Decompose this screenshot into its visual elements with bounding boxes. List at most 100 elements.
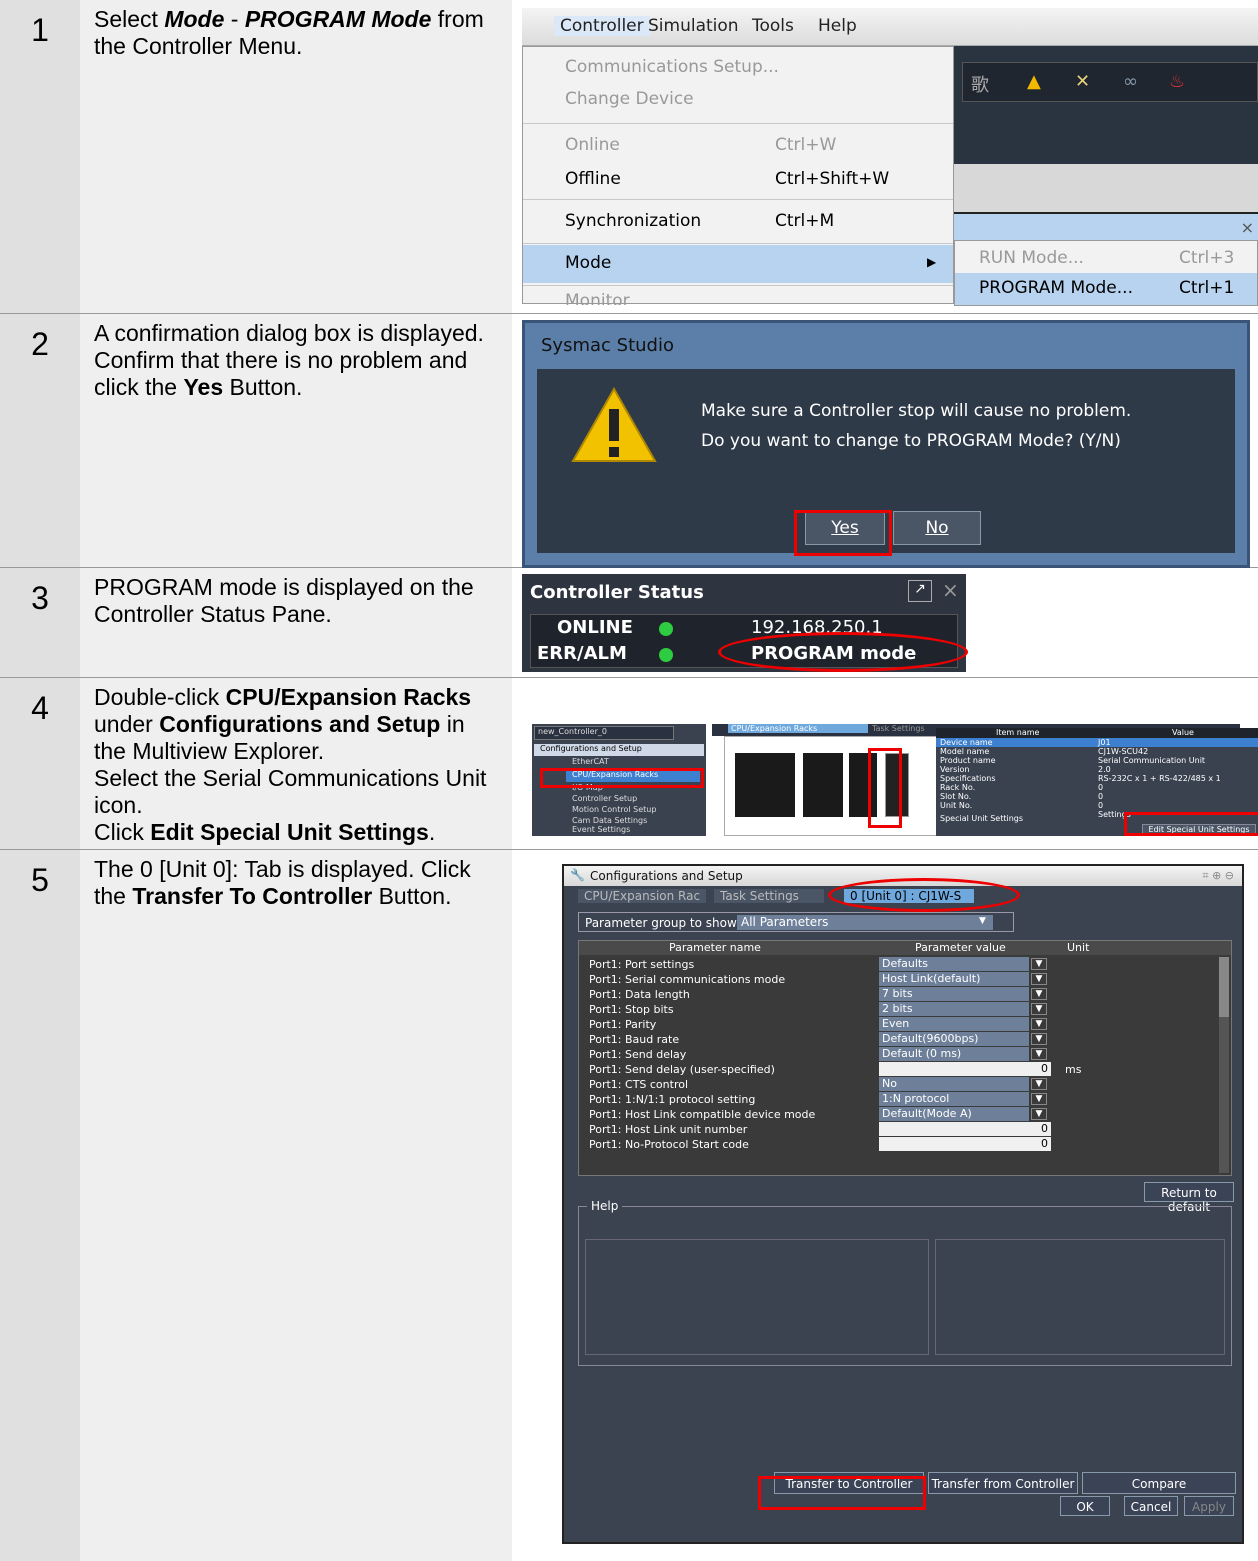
param-table-header: Parameter name Parameter value Unit [579,941,1231,955]
window-title: Configurations and Setup [590,869,743,883]
tab-task-settings[interactable]: Task Settings [714,889,824,903]
menu-separator [523,199,953,200]
menu-help[interactable]: Help [818,16,857,36]
group-select[interactable]: All Parameters [737,915,993,930]
step-instruction: A confirmation dialog box is displayed. … [80,314,512,567]
step-number: 3 [0,568,80,677]
grid-name: Slot No. [940,792,972,801]
return-default-button[interactable]: Return to default [1144,1182,1234,1214]
instr-text: Button. [372,883,452,909]
instr-text: Double-click [94,684,226,710]
grid-name: Product name [940,756,996,765]
menu-separator [523,243,953,244]
instr-text: . [428,819,436,845]
no-button[interactable]: No [893,511,981,545]
param-row[interactable]: Port1: Send delay Default (0 ms) ▼ [579,1047,1258,1062]
step-number: 2 [0,314,80,567]
header-unit: Unit [1067,941,1090,954]
step-5-row: 5 The 0 [Unit 0]: Tab is displayed. Clic… [0,850,1258,1561]
tree-item-controller-setup[interactable]: Controller Setup [572,794,637,803]
confirm-dialog-figure: Sysmac Studio Make sure a Controller sto… [512,314,1258,568]
chevron-down-icon: ▼ [1031,1033,1047,1045]
online-label: ONLINE [557,617,633,638]
apply-button[interactable]: Apply [1184,1496,1234,1516]
menu-controller[interactable]: Controller [554,16,650,36]
chevron-down-icon[interactable]: ▼ [979,916,986,926]
param-row[interactable]: Port1: Stop bits 2 bits ▼ [579,1002,1258,1017]
param-row[interactable]: Port1: No-Protocol Start code 0 [579,1137,1258,1152]
config-window-figure: 🔧 Configurations and Setup ⌗ ⊕ ⊖ CPU/Exp… [512,850,1258,1561]
warning-off-icon[interactable]: ✕ [1075,71,1090,92]
warning-icon[interactable]: ▲ [1027,71,1041,92]
menu-item-change-device[interactable]: Change Device [523,81,953,119]
menu-item-mode[interactable]: Mode ▶ [523,245,953,283]
grid-name: Rack No. [940,783,976,792]
float-icon[interactable]: ↗ [908,580,932,602]
menu-separator [523,123,953,124]
menu-bar: Controller Simulation Tools Help [522,8,1258,46]
grid-header-item: Item name [996,728,1040,737]
serial-unit-highlight [868,748,902,828]
grid-name: Unit No. [940,801,973,810]
param-row[interactable]: Port1: Host Link unit number 0 [579,1122,1258,1137]
scrollbar[interactable] [1219,957,1229,1173]
instr-text: Select the Serial Communications Unit ic… [94,765,487,818]
grid-name: Version [940,765,970,774]
menu-item-online[interactable]: Online Ctrl+W [523,127,953,165]
submenu-run-mode[interactable]: RUN Mode... Ctrl+3 [955,243,1257,273]
transfer-from-controller-button[interactable]: Transfer from Controller [928,1472,1078,1494]
menu-item-offline[interactable]: Offline Ctrl+Shift+W [523,161,953,199]
config-window: 🔧 Configurations and Setup ⌗ ⊕ ⊖ CPU/Exp… [562,864,1244,1544]
submenu-arrow-icon: ▶ [927,255,937,269]
tool-icon[interactable]: ♨ [1169,71,1185,92]
instr-bold: Mode [164,6,225,32]
tree-item-event[interactable]: Event Settings [572,825,630,834]
controller-select[interactable]: new_Controller_0 [534,726,674,740]
wrench-icon: 🔧 [570,868,585,882]
grid-header-value: Value [1172,728,1194,737]
instr-text: Click [94,819,151,845]
tab-cpu-racks[interactable]: CPU/Expansion Racks [728,724,868,733]
step-instruction: The 0 [Unit 0]: Tab is displayed. Click … [80,850,512,1561]
param-row[interactable]: Port1: 1:N/1:1 protocol setting 1:N proto… [579,1092,1258,1107]
param-row[interactable]: Port1: Send delay (user-specified) 0 ms [579,1062,1258,1077]
binoculars-icon[interactable]: ∞ [1123,71,1138,92]
toolbar-icon[interactable]: 歌 [971,71,989,97]
submenu-program-mode[interactable]: PROGRAM Mode... Ctrl+1 [955,273,1257,305]
tree-item-ethercat[interactable]: EtherCAT [572,757,609,766]
step-number: 5 [0,850,80,1561]
tab-cpu-expansion[interactable]: CPU/Expansion Rac [578,889,706,903]
dialog-message-2: Do you want to change to PROGRAM Mode? (… [701,431,1121,451]
param-row[interactable]: Port1: Serial communications mode Host Li… [579,972,1258,987]
online-indicator [659,622,673,636]
step-2-row: 2 A confirmation dialog box is displayed… [0,314,1258,568]
param-row[interactable]: Port1: Data length 7 bits ▼ [579,987,1258,1002]
step-instruction: Select Mode - PROGRAM Mode from the Cont… [80,0,512,313]
tree-item-config[interactable]: Configurations and Setup [534,744,704,756]
ok-button[interactable]: OK [1060,1496,1110,1516]
menu-item-synchronization[interactable]: Synchronization Ctrl+M [523,203,953,241]
grid-header: Item name Value [936,728,1258,738]
param-row[interactable]: Port1: Host Link compatible device mode D… [579,1107,1258,1122]
close-icon[interactable]: × [942,578,959,602]
menu-simulation[interactable]: Simulation [648,16,739,36]
compare-button[interactable]: Compare [1082,1472,1236,1494]
param-row[interactable]: Port1: Port settings Defaults ▼ [579,957,1258,972]
tree-item-cam[interactable]: Cam Data Settings [572,816,647,825]
zoom-icons[interactable]: ⌗ ⊕ ⊖ [1202,869,1234,883]
menu-item-monitor[interactable]: Monitor [523,287,953,305]
controller-menu-figure: Controller Simulation Tools Help 歌 ▲ ✕ ∞… [512,0,1258,313]
cancel-button[interactable]: Cancel [1124,1496,1178,1516]
close-icon[interactable]: × [1241,218,1254,237]
mode-submenu: RUN Mode... Ctrl+3 PROGRAM Mode... Ctrl+1 [954,240,1258,306]
menu-tools[interactable]: Tools [752,16,794,36]
param-row[interactable]: Port1: CTS control No ▼ [579,1077,1258,1092]
scrollbar-thumb[interactable] [1219,957,1229,1017]
status-title: Controller Status [530,582,704,603]
tree-item-motion[interactable]: Motion Control Setup [572,805,656,814]
param-row[interactable]: Port1: Baud rate Default(9600bps) ▼ [579,1032,1258,1047]
param-row[interactable]: Port1: Parity Even ▼ [579,1017,1258,1032]
step-instruction: PROGRAM mode is displayed on the Control… [80,568,512,677]
controller-dropdown: Communications Setup... Change Device On… [522,46,954,305]
help-box-right [935,1239,1225,1355]
